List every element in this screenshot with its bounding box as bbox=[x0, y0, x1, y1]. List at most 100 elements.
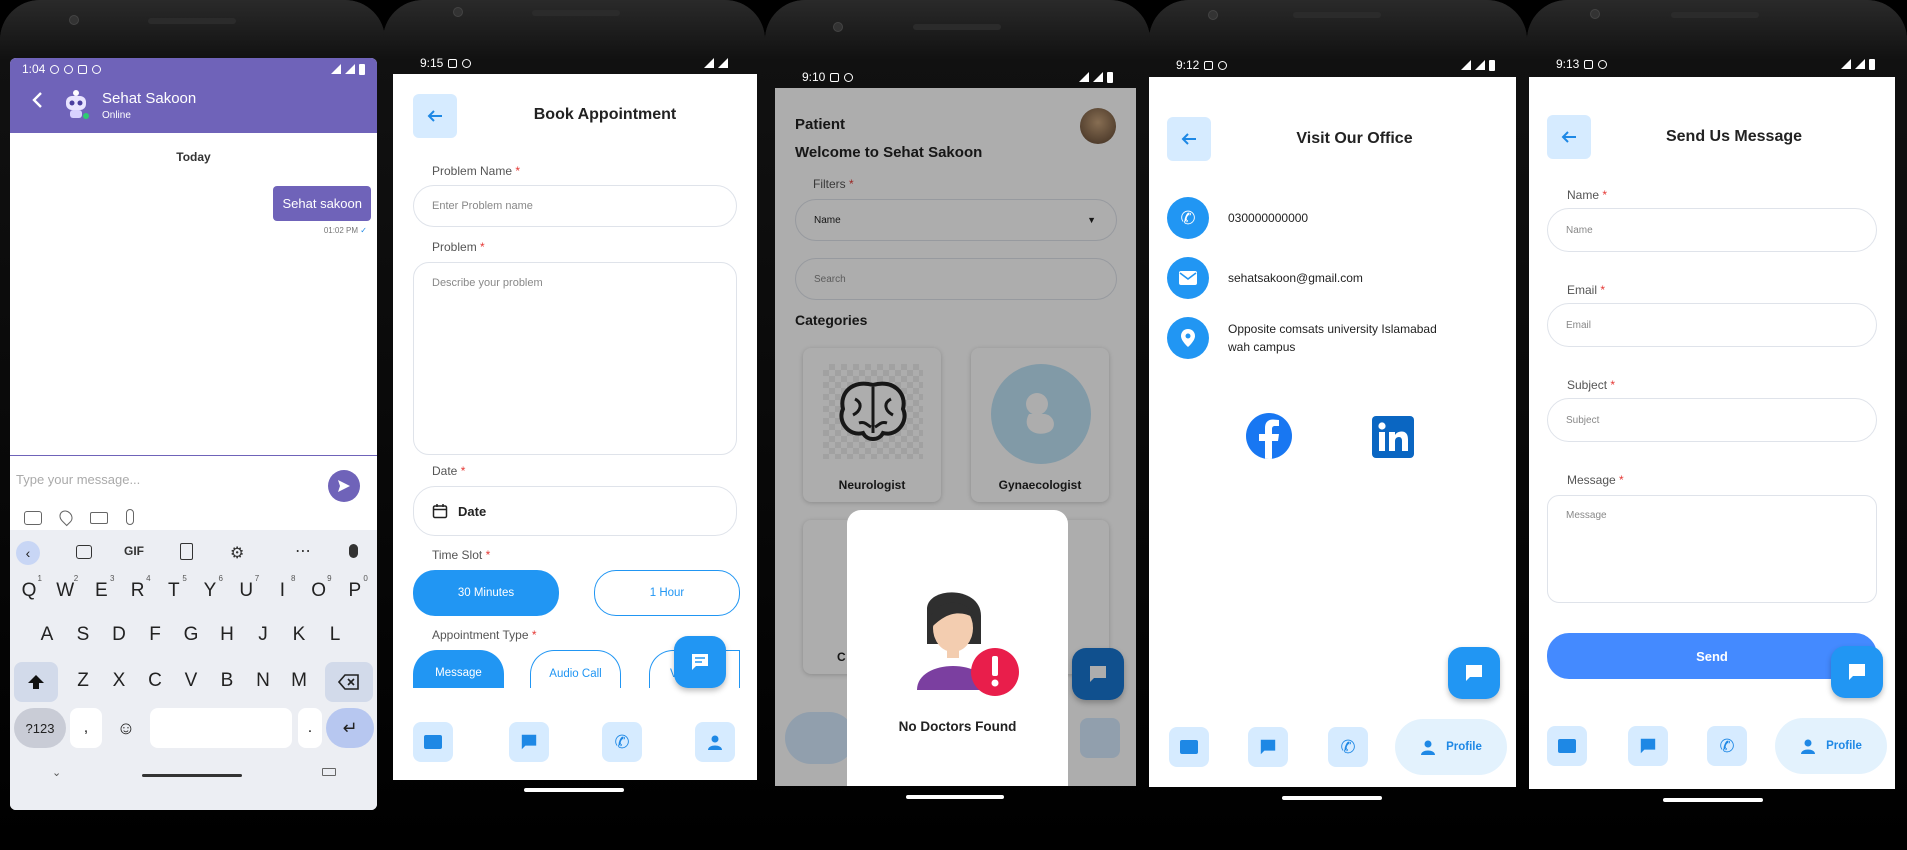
slot-1-hour-button[interactable]: 1 Hour bbox=[594, 570, 740, 616]
key-m[interactable]: M bbox=[284, 662, 314, 700]
problem-label: Problem * bbox=[432, 240, 485, 254]
nav-profile-button[interactable]: Profile bbox=[1395, 719, 1507, 775]
key-i[interactable]: I8 bbox=[267, 572, 297, 610]
front-camera bbox=[453, 7, 463, 17]
key-b[interactable]: B bbox=[212, 662, 242, 700]
nav-messages-button[interactable] bbox=[1248, 727, 1288, 767]
key-y[interactable]: Y6 bbox=[195, 572, 225, 610]
nav-call-button[interactable]: ✆ bbox=[1328, 727, 1368, 767]
nav-home-button[interactable] bbox=[1547, 726, 1587, 766]
key-o[interactable]: O9 bbox=[304, 572, 334, 610]
bot-avatar-icon bbox=[62, 88, 90, 120]
keyboard-hide-icon[interactable]: ⌄ bbox=[52, 766, 61, 779]
sticker-icon[interactable] bbox=[76, 545, 92, 559]
laptop-icon bbox=[424, 735, 442, 749]
message-bubble[interactable]: Sehat sakoon bbox=[273, 186, 371, 221]
phone-home: 9:10 Patient Welcome to Sehat Sakoon Fil… bbox=[765, 0, 1150, 850]
keyboard-handle bbox=[142, 774, 242, 777]
scroll-clip bbox=[393, 688, 757, 700]
key-l[interactable]: L bbox=[320, 616, 350, 654]
key-t[interactable]: T5 bbox=[159, 572, 189, 610]
key-q[interactable]: Q1 bbox=[14, 572, 44, 610]
key-x[interactable]: X bbox=[104, 662, 134, 700]
key-p[interactable]: P0 bbox=[340, 572, 370, 610]
key-f[interactable]: F bbox=[140, 616, 170, 654]
attach-icon[interactable] bbox=[126, 509, 134, 525]
nav-home-button[interactable] bbox=[413, 722, 453, 762]
keyboard-switch-icon[interactable] bbox=[322, 768, 336, 776]
office-email-link[interactable]: sehatsakoon@gmail.com bbox=[1228, 271, 1363, 285]
shift-key[interactable] bbox=[14, 662, 58, 702]
key-e[interactable]: E3 bbox=[86, 572, 116, 610]
chat-screen: 1:04 Sehat Sakoon Online Today Sehat sak… bbox=[10, 58, 377, 810]
nav-messages-button[interactable] bbox=[1628, 726, 1668, 766]
email-label: Email * bbox=[1567, 283, 1606, 297]
key-z[interactable]: Z bbox=[68, 662, 98, 700]
emoji-key[interactable]: ☺ bbox=[108, 708, 144, 748]
problem-name-input[interactable]: Enter Problem name bbox=[413, 185, 737, 227]
symbols-key[interactable]: ?123 bbox=[14, 708, 66, 748]
location-circle-icon bbox=[1167, 317, 1209, 359]
office-screen: Visit Our Office ✆ 030000000000 sehatsak… bbox=[1149, 77, 1516, 787]
key-k[interactable]: K bbox=[284, 616, 314, 654]
name-input[interactable]: Name bbox=[1547, 208, 1877, 252]
problem-name-label: Problem Name * bbox=[432, 164, 521, 178]
key-v[interactable]: V bbox=[176, 662, 206, 700]
key-w[interactable]: W2 bbox=[50, 572, 80, 610]
comma-key[interactable]: , bbox=[70, 708, 102, 748]
key-r[interactable]: R4 bbox=[123, 572, 153, 610]
key-c[interactable]: C bbox=[140, 662, 170, 700]
nav-profile-button[interactable]: Profile bbox=[1775, 718, 1887, 774]
chat-fab[interactable] bbox=[1831, 646, 1883, 698]
camera-icon[interactable] bbox=[24, 511, 42, 525]
send-button[interactable]: Send bbox=[1547, 633, 1877, 679]
key-d[interactable]: D bbox=[104, 616, 134, 654]
send-button[interactable] bbox=[328, 470, 360, 502]
mic-icon[interactable] bbox=[349, 544, 358, 558]
key-g[interactable]: G bbox=[176, 616, 206, 654]
subject-input[interactable]: Subject bbox=[1547, 398, 1877, 442]
message-textarea[interactable]: Message bbox=[1547, 495, 1877, 603]
date-picker[interactable]: Date bbox=[413, 486, 737, 536]
space-key[interactable] bbox=[150, 708, 292, 748]
enter-key[interactable]: ↵ bbox=[326, 708, 374, 748]
settings-icon[interactable]: ⚙ bbox=[230, 543, 244, 563]
problem-textarea[interactable]: Describe your problem bbox=[413, 262, 737, 455]
book-screen: Book Appointment Problem Name * Enter Pr… bbox=[393, 74, 757, 780]
message-screen: Send Us Message Name * Name Email * Emai… bbox=[1529, 77, 1895, 789]
key-n[interactable]: N bbox=[248, 662, 278, 700]
nav-call-button[interactable]: ✆ bbox=[602, 722, 642, 762]
email-input[interactable]: Email bbox=[1547, 303, 1877, 347]
email-circle-icon bbox=[1167, 257, 1209, 299]
backspace-key[interactable] bbox=[325, 662, 373, 702]
keyboard-back-button[interactable]: ‹ bbox=[16, 541, 40, 565]
linkedin-icon[interactable] bbox=[1372, 416, 1414, 458]
key-a[interactable]: A bbox=[32, 616, 62, 654]
key-s[interactable]: S bbox=[68, 616, 98, 654]
location-icon[interactable] bbox=[56, 507, 76, 527]
key-j[interactable]: J bbox=[248, 616, 278, 654]
speaker-grille bbox=[1671, 12, 1759, 18]
more-icon[interactable]: ⋯ bbox=[295, 541, 311, 561]
message-input[interactable]: Type your message... bbox=[16, 472, 140, 487]
nav-messages-button[interactable] bbox=[509, 722, 549, 762]
nav-home-button[interactable] bbox=[1169, 727, 1209, 767]
nav-profile-button[interactable] bbox=[695, 722, 735, 762]
laptop-icon bbox=[1180, 740, 1198, 754]
key-u[interactable]: U7 bbox=[231, 572, 261, 610]
speaker-grille bbox=[913, 24, 1001, 30]
page-title: Visit Our Office bbox=[1296, 130, 1413, 147]
clipboard-icon[interactable] bbox=[180, 543, 193, 560]
period-key[interactable]: . bbox=[298, 708, 322, 748]
video-icon[interactable] bbox=[90, 512, 108, 524]
back-arrow-icon[interactable] bbox=[28, 90, 48, 110]
slot-30-minutes-button[interactable]: 30 Minutes bbox=[413, 570, 559, 616]
office-phone-link[interactable]: 030000000000 bbox=[1228, 211, 1308, 225]
chat-fab[interactable] bbox=[674, 636, 726, 688]
facebook-icon[interactable] bbox=[1246, 413, 1292, 459]
chat-fab[interactable] bbox=[1448, 647, 1500, 699]
key-h[interactable]: H bbox=[212, 616, 242, 654]
gif-button[interactable]: GIF bbox=[124, 544, 144, 558]
phone-chat: 1:04 Sehat Sakoon Online Today Sehat sak… bbox=[0, 0, 385, 850]
nav-call-button[interactable]: ✆ bbox=[1707, 726, 1747, 766]
